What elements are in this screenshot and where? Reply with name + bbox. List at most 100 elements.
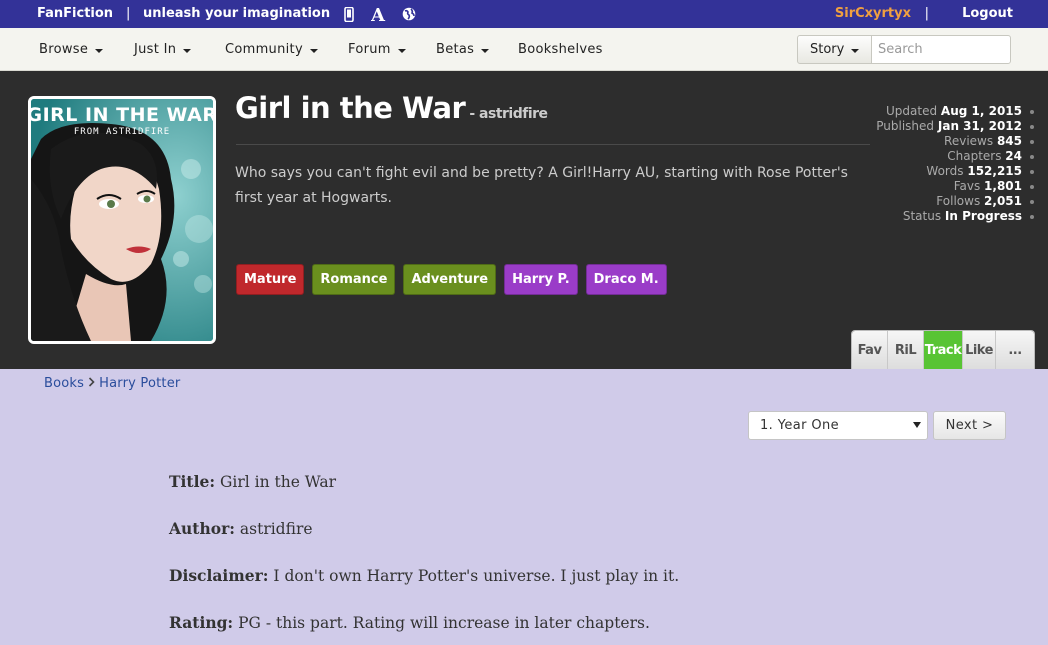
line-text: Girl in the War (220, 473, 337, 491)
bullet-icon (1030, 124, 1034, 129)
stat-value: Jan 31, 2012 (937, 119, 1022, 133)
fav-button[interactable]: Fav (852, 331, 888, 369)
nav-just-in[interactable]: Just In (134, 42, 192, 57)
bullet-icon (1030, 184, 1034, 189)
dropdown-arrow-icon (913, 422, 921, 428)
stat-published: Published Jan 31, 2012 (876, 119, 1034, 134)
like-button[interactable]: Like (963, 331, 996, 369)
caret-down-icon (851, 48, 860, 53)
line-label: Rating: (169, 613, 234, 632)
cover-title: GIRL IN THE WAR (31, 104, 213, 126)
divider (236, 144, 870, 145)
tag-rating[interactable]: Mature (236, 264, 305, 295)
next-chapter-button[interactable]: Next > (933, 411, 1006, 440)
bullet-icon (1030, 109, 1034, 114)
stat-follows: Follows 2,051 (876, 194, 1034, 209)
story-actions: Fav RiL Track Like ... (851, 330, 1035, 369)
story-line: Title: Girl in the War (169, 472, 679, 519)
stat-reviews[interactable]: Reviews 845 (876, 134, 1034, 149)
line-text: I don't own Harry Potter's universe. I j… (273, 567, 680, 585)
stat-value: 1,801 (984, 179, 1022, 193)
bullet-icon (1030, 154, 1034, 159)
stat-label: Follows (936, 194, 981, 208)
line-text: astridfire (239, 520, 313, 538)
nav-label: Browse (39, 42, 89, 57)
stat-value: 24 (1005, 149, 1022, 163)
tag-genre[interactable]: Romance (312, 264, 396, 295)
story-line: Author: astridfire (169, 519, 679, 566)
line-label: Disclaimer: (169, 566, 269, 585)
caret-down-icon (95, 48, 104, 53)
stat-value: Aug 1, 2015 (940, 104, 1022, 118)
logout-link[interactable]: Logout (962, 6, 1013, 21)
caret-down-icon (397, 48, 406, 53)
search-scope-dropdown[interactable]: Story (797, 35, 872, 64)
nav-label: Community (225, 42, 303, 57)
stat-label: Favs (953, 179, 981, 193)
bullet-icon (1030, 199, 1034, 204)
story-header: GIRL IN THE WAR FROM ASTRIDFIRE Girl in … (0, 71, 1048, 369)
cover-image[interactable]: GIRL IN THE WAR FROM ASTRIDFIRE (28, 96, 216, 344)
mobile-icon[interactable] (344, 5, 354, 23)
nav-label: Just In (134, 42, 177, 57)
stat-words: Words 152,215 (876, 164, 1034, 179)
stat-label: Words (926, 164, 964, 178)
caret-down-icon (309, 48, 318, 53)
tag-character[interactable]: Harry P. (504, 264, 578, 295)
nav-forum[interactable]: Forum (348, 42, 406, 57)
line-label: Title: (169, 472, 216, 491)
story-text: Title: Girl in the War Author: astridfir… (169, 472, 679, 645)
nav-community[interactable]: Community (225, 42, 318, 57)
bullet-icon (1030, 139, 1034, 144)
stat-updated: Updated Aug 1, 2015 (876, 104, 1034, 119)
read-later-button[interactable]: RiL (888, 331, 924, 369)
chapter-select[interactable]: 1. Year One (748, 411, 928, 440)
nav-betas[interactable]: Betas (436, 42, 490, 57)
cover-subtitle: FROM ASTRIDFIRE (74, 127, 170, 137)
story-stats: Updated Aug 1, 2015 Published Jan 31, 20… (876, 104, 1034, 224)
stat-value: 152,215 (967, 164, 1022, 178)
story-line: Rating: PG - this part. Rating will incr… (169, 613, 679, 645)
caret-down-icon (183, 48, 192, 53)
search-input[interactable] (871, 35, 1011, 64)
bullet-icon (1030, 169, 1034, 174)
chapter-select-value: 1. Year One (760, 418, 840, 433)
stat-value: In Progress (944, 209, 1022, 223)
tag-character[interactable]: Draco M. (585, 264, 667, 295)
separator: | (924, 6, 929, 21)
line-label: Author: (169, 519, 235, 538)
font-size-icon[interactable]: A (371, 5, 386, 23)
stat-label: Published (876, 119, 935, 133)
nav-bookshelves[interactable]: Bookshelves (518, 42, 603, 57)
search-scope-label: Story (810, 42, 845, 57)
breadcrumb-books[interactable]: Books (44, 376, 84, 391)
chevron-right-icon (88, 376, 95, 391)
stat-label: Chapters (947, 149, 1002, 163)
globe-icon[interactable] (402, 5, 416, 23)
site-logo[interactable]: FanFiction (37, 6, 113, 21)
more-button[interactable]: ... (996, 331, 1034, 369)
author-link[interactable]: - astridfire (469, 106, 548, 122)
stat-status: Status In Progress (876, 209, 1034, 224)
stat-label: Updated (886, 104, 938, 118)
story-summary: Who says you can't fight evil and be pre… (235, 165, 848, 206)
username-link[interactable]: SirCxyrtyx (835, 6, 911, 21)
track-button[interactable]: Track (924, 331, 963, 369)
tag-genre[interactable]: Adventure (403, 264, 497, 295)
svg-text:A: A (371, 6, 386, 22)
nav-browse[interactable]: Browse (39, 42, 104, 57)
story-title-text: Girl in the War (235, 91, 466, 125)
story-tags: Mature Romance Adventure Harry P. Draco … (236, 264, 667, 295)
story-title: Girl in the War - astridfire (235, 91, 548, 125)
top-bar: FanFiction | unleash your imagination A … (0, 0, 1048, 28)
site-tagline: unleash your imagination (143, 6, 331, 21)
breadcrumb: Books Harry Potter (44, 376, 180, 391)
nav-label: Betas (436, 42, 475, 57)
line-text: PG - this part. Rating will increase in … (238, 614, 650, 632)
breadcrumb-harry-potter[interactable]: Harry Potter (99, 376, 180, 391)
nav-label: Bookshelves (518, 42, 603, 57)
stat-label: Status (902, 209, 942, 223)
stat-favs: Favs 1,801 (876, 179, 1034, 194)
stat-label: Reviews (944, 134, 994, 148)
separator: | (126, 6, 131, 21)
